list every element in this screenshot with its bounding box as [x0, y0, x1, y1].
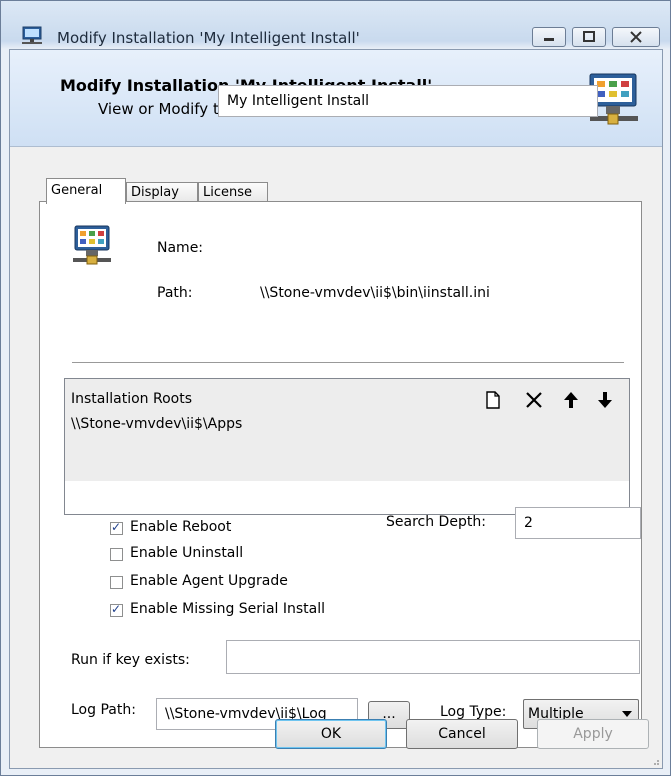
close-button[interactable]: [612, 27, 660, 47]
new-item-icon[interactable]: [485, 391, 501, 409]
dialog-window: Modify Installation 'My Intelligent Inst…: [0, 0, 671, 776]
tab-general[interactable]: General: [46, 178, 126, 204]
resize-grip-icon[interactable]: [650, 756, 660, 766]
log-type-label: Log Type:: [440, 704, 507, 720]
name-label: Name:: [157, 240, 204, 256]
apply-button[interactable]: Apply: [537, 719, 649, 749]
enable-uninstall-checkbox[interactable]: [110, 548, 123, 561]
path-value: \\Stone-vmvdev\ii$\bin\iinstall.ini: [260, 285, 490, 301]
move-down-icon[interactable]: [597, 391, 613, 409]
installation-roots-list[interactable]: Installation Roots \\Stone-vmvdev\ii$\Ap…: [64, 378, 630, 515]
enable-agent-upgrade-label: Enable Agent Upgrade: [130, 573, 288, 589]
general-tab-panel: Name: My Intelligent Install Path: \\Sto…: [39, 85, 642, 748]
network-computer-icon: [22, 26, 42, 44]
run-if-key-label: Run if key exists:: [71, 652, 190, 668]
move-up-icon[interactable]: [563, 391, 579, 409]
path-label: Path:: [157, 285, 193, 301]
roots-list-item[interactable]: \\Stone-vmvdev\ii$\Apps: [71, 416, 242, 432]
enable-missing-serial-install-label: Enable Missing Serial Install: [130, 601, 326, 617]
network-computer-icon: [73, 225, 111, 265]
title-bar: Modify Installation 'My Intelligent Inst…: [1, 1, 670, 47]
window-title: Modify Installation 'My Intelligent Inst…: [57, 29, 360, 47]
roots-header: Installation Roots: [71, 391, 193, 407]
maximize-button[interactable]: [572, 27, 606, 47]
enable-uninstall-label: Enable Uninstall: [130, 545, 244, 561]
enable-reboot-label: Enable Reboot: [130, 519, 232, 535]
ok-button[interactable]: OK: [275, 719, 387, 749]
dialog-body: Modify Installation 'My Intelligent Inst…: [9, 49, 663, 769]
tab-display[interactable]: Display: [126, 182, 198, 202]
separator: [72, 362, 624, 363]
name-field[interactable]: My Intelligent Install: [218, 85, 598, 117]
enable-reboot-checkbox[interactable]: [110, 520, 123, 535]
delete-icon[interactable]: [525, 391, 543, 409]
chevron-down-icon: [622, 711, 632, 717]
minimize-icon: [544, 38, 554, 41]
close-icon: [630, 31, 642, 43]
run-if-key-field[interactable]: [226, 640, 640, 674]
enable-missing-serial-install-checkbox[interactable]: [110, 602, 123, 617]
minimize-button[interactable]: [532, 27, 566, 47]
enable-agent-upgrade-checkbox[interactable]: [110, 576, 123, 589]
cancel-button[interactable]: Cancel: [406, 719, 518, 749]
log-path-label: Log Path:: [71, 702, 136, 718]
search-depth-label: Search Depth:: [386, 514, 486, 530]
maximize-icon: [583, 31, 595, 42]
search-depth-field[interactable]: 2: [515, 507, 641, 539]
tab-license[interactable]: License: [198, 182, 268, 202]
